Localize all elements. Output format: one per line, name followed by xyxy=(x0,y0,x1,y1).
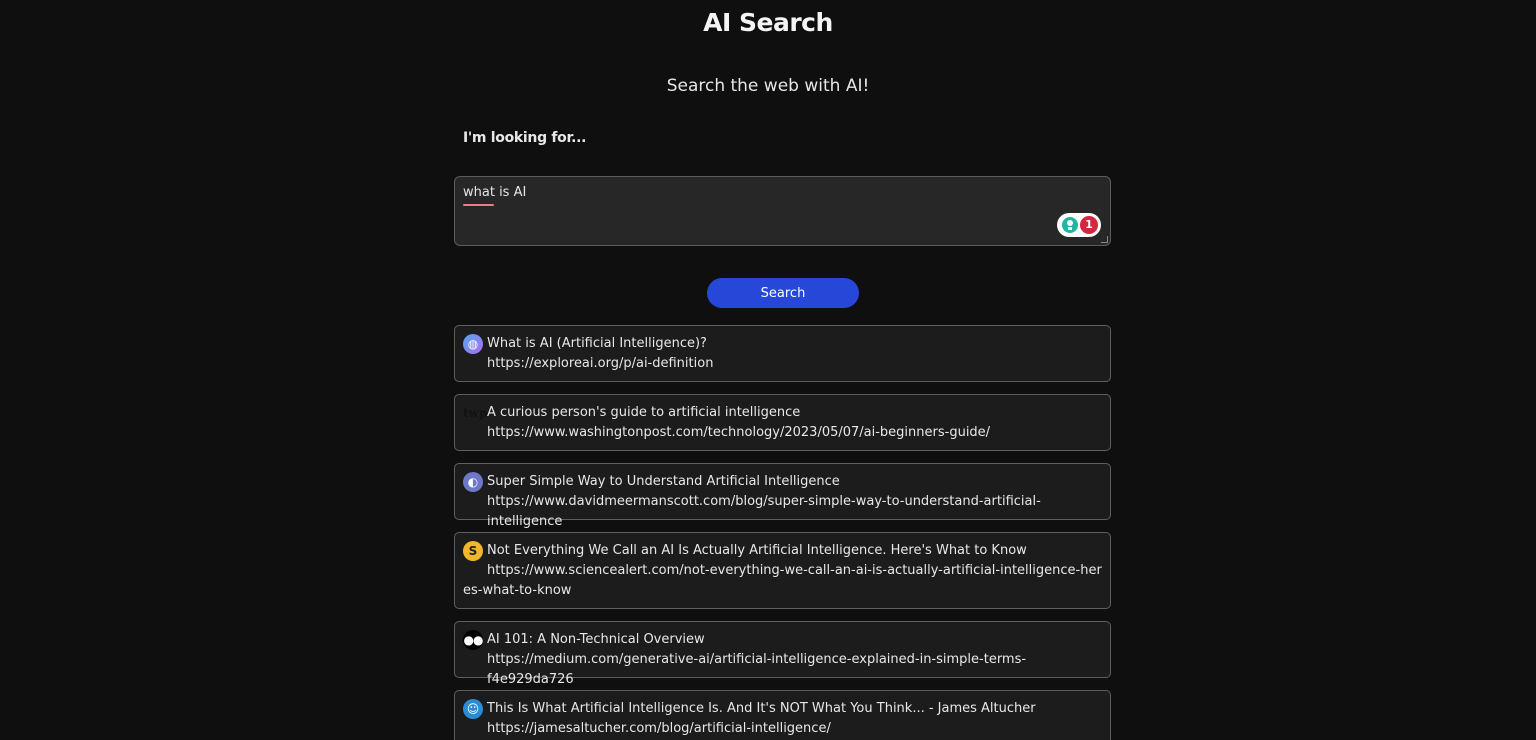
resize-handle-icon[interactable] xyxy=(1101,236,1108,243)
result-title[interactable]: AI 101: A Non-Technical Overview xyxy=(463,630,1102,650)
result-url[interactable]: https://exploreai.org/p/ai-definition xyxy=(487,356,713,371)
search-button[interactable]: Search xyxy=(707,278,859,308)
result-card[interactable]: ☺ This Is What Artificial Intelligence I… xyxy=(454,690,1111,740)
result-card[interactable]: ◐ Super Simple Way to Understand Artific… xyxy=(454,463,1111,529)
sciencealert-icon: S xyxy=(463,541,483,561)
result-url[interactable]: https://jamesaltucher.com/blog/artificia… xyxy=(487,721,831,736)
result-url[interactable]: https://www.davidmeermanscott.com/blog/s… xyxy=(487,494,1041,529)
result-card[interactable]: S Not Everything We Call an AI Is Actual… xyxy=(454,532,1111,609)
page: AI Search Search the web with AI! I'm lo… xyxy=(0,0,1536,740)
result-title[interactable]: Not Everything We Call an AI Is Actually… xyxy=(463,541,1102,561)
globe-icon: ◐ xyxy=(463,472,483,492)
grammar-extension-badge[interactable]: 1 xyxy=(1057,213,1101,237)
page-title: AI Search xyxy=(703,8,833,37)
result-card[interactable]: ●● AI 101: A Non-Technical Overview http… xyxy=(454,621,1111,687)
result-url[interactable]: https://www.sciencealert.com/not-everyth… xyxy=(463,563,1102,598)
lightbulb-icon xyxy=(1062,217,1078,233)
page-subtitle: Search the web with AI! xyxy=(666,76,870,96)
result-url[interactable]: https://www.washingtonpost.com/technolog… xyxy=(487,425,990,440)
result-card[interactable]: ◍ What is AI (Artificial Intelligence)? … xyxy=(454,325,1111,382)
result-title[interactable]: A curious person's guide to artificial i… xyxy=(463,403,1102,423)
spellcheck-underline xyxy=(463,204,494,206)
result-title[interactable]: What is AI (Artificial Intelligence)? xyxy=(463,334,1102,354)
medium-icon: ●● xyxy=(463,630,483,650)
query-label: I'm looking for... xyxy=(463,130,587,146)
result-title[interactable]: This Is What Artificial Intelligence Is.… xyxy=(463,699,1102,719)
query-box: 1 xyxy=(454,176,1111,246)
suggestion-count-badge: 1 xyxy=(1080,216,1098,234)
result-url[interactable]: https://medium.com/generative-ai/artific… xyxy=(487,652,1026,687)
washington-post-icon: twp xyxy=(463,406,488,420)
query-input[interactable] xyxy=(463,185,1053,235)
avatar-icon: ☺ xyxy=(463,699,483,719)
globe-icon: ◍ xyxy=(463,334,483,354)
result-title[interactable]: Super Simple Way to Understand Artificia… xyxy=(463,472,1102,492)
result-card[interactable]: twp A curious person's guide to artifici… xyxy=(454,394,1111,451)
